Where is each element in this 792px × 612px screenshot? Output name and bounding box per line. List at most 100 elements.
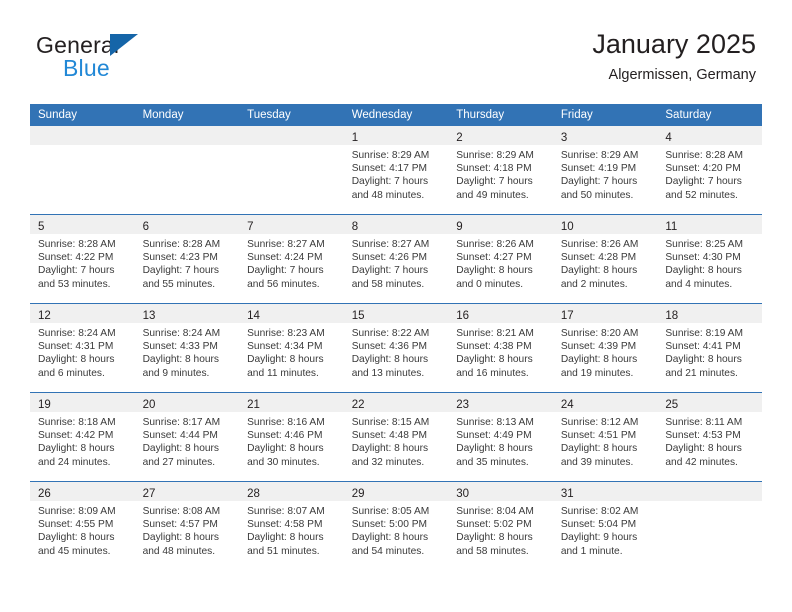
day-cell[interactable]: 9 Sunrise: 8:26 AM Sunset: 4:27 PM Daylight… [448,214,553,304]
day-details: Sunrise: 8:26 AM Sunset: 4:27 PM Daylight:… [448,234,553,291]
day-cell[interactable]: 6 Sunrise: 8:28 AM Sunset: 4:23 PM Daylight… [134,214,240,304]
day-cell[interactable]: 25 Sunrise: 8:11 AM Sunset: 4:53 PM Dayligh… [657,392,762,482]
day-number-band: 15 [343,304,449,323]
day-cell[interactable]: 10 Sunrise: 8:26 AM Sunset: 4:28 PM Dayligh… [552,214,658,304]
sunset-text: Sunset: 4:19 PM [560,163,637,175]
day-details: Sunrise: 8:25 AM Sunset: 4:30 PM Daylight:… [657,234,762,291]
sunset-text: Sunset: 4:39 PM [560,341,637,353]
daylight-text: Daylight: 8 hours [456,354,533,366]
day-cell[interactable]: 22 Sunrise: 8:15 AM Sunset: 4:48 PM Dayligh… [343,392,449,482]
daylight-text: Daylight: 8 hours [247,354,324,366]
day-cell[interactable]: 26 Sunrise: 8:09 AM Sunset: 4:55 PM Dayligh… [30,481,135,570]
daylight-text: Daylight: 8 hours [38,354,115,366]
sunrise-text: Sunrise: 8:20 AM [560,328,639,339]
day-number-band: 30 [448,482,553,501]
weekday-header-saturday: Saturday [657,104,762,126]
day-cell[interactable]: 27 Sunrise: 8:08 AM Sunset: 4:57 PM Dayligh… [134,481,240,570]
sunset-text: Sunset: 4:27 PM [456,252,532,264]
daylight-text-cont: and 39 minutes. [560,456,634,468]
calendar-page: General Blue January 2025 Algermissen, G… [0,0,792,612]
sunset-text: Sunset: 4:53 PM [665,430,741,442]
day-details: Sunrise: 8:07 AM Sunset: 4:58 PM Daylight:… [239,501,344,558]
day-number-band: 14 [239,304,344,323]
day-details: Sunrise: 8:02 AM Sunset: 5:04 PM Daylight:… [553,501,658,558]
day-number-band: 19 [30,393,135,412]
day-cell[interactable]: 15 Sunrise: 8:22 AM Sunset: 4:36 PM Dayligh… [343,303,449,393]
day-number-band: 11 [657,215,762,234]
daylight-text-cont: and 48 minutes. [351,189,425,201]
day-number-band: 22 [343,393,449,412]
day-cell[interactable]: 18 Sunrise: 8:19 AM Sunset: 4:41 PM Dayligh… [657,303,762,393]
brand-logo[interactable]: General Blue [36,32,216,84]
day-cell[interactable]: 12 Sunrise: 8:24 AM Sunset: 4:31 PM Dayligh… [30,303,135,393]
weekday-headers: Sunday Monday Tuesday Wednesday Thursday Frid… [30,104,762,126]
day-cell[interactable]: 29 Sunrise: 8:05 AM Sunset: 5:00 PM Dayligh… [343,481,449,570]
sunset-text: Sunset: 4:34 PM [247,341,323,353]
day-cell[interactable]: 20 Sunrise: 8:17 AM Sunset: 4:44 PM Dayligh… [134,392,240,482]
day-cell[interactable]: 21 Sunrise: 8:16 AM Sunset: 4:46 PM Dayligh… [239,392,344,482]
sunrise-text: Sunrise: 8:18 AM [38,417,116,428]
day-details: Sunrise: 8:28 AM Sunset: 4:20 PM Daylight:… [657,145,762,202]
day-cell[interactable]: 11 Sunrise: 8:25 AM Sunset: 4:30 PM Dayligh… [657,214,762,304]
sunset-text: Sunset: 4:58 PM [247,519,323,531]
sunset-text: Sunset: 4:57 PM [142,519,218,531]
day-number: 4 [665,132,672,144]
sunset-text: Sunset: 4:44 PM [142,430,218,442]
day-details [239,145,344,149]
day-number: 3 [560,132,568,144]
day-cell[interactable]: 30 Sunrise: 8:04 AM Sunset: 5:02 PM Dayligh… [448,481,553,570]
daylight-text-cont: and 30 minutes. [247,456,320,468]
day-number-band: 21 [239,393,344,412]
daylight-text-cont: and 9 minutes. [142,367,210,379]
day-cell[interactable]: 23 Sunrise: 8:13 AM Sunset: 4:49 PM Dayligh… [448,392,553,482]
day-cell[interactable]: 24 Sunrise: 8:12 AM Sunset: 4:51 PM Dayligh… [552,392,658,482]
daylight-text: Daylight: 7 hours [351,265,429,277]
day-cell[interactable]: 28 Sunrise: 8:07 AM Sunset: 4:58 PM Dayligh… [239,481,344,570]
day-number-band: 8 [343,215,449,234]
sunrise-text: Sunrise: 8:26 AM [560,239,639,250]
day-cell[interactable]: 8 Sunrise: 8:27 AM Sunset: 4:26 PM Daylight… [343,214,449,304]
day-cell[interactable]: 31 Sunrise: 8:02 AM Sunset: 5:04 PM Dayligh… [552,481,658,570]
day-cell[interactable]: 17 Sunrise: 8:20 AM Sunset: 4:39 PM Dayligh… [552,303,658,393]
day-number-band: 16 [448,304,553,323]
day-number: 30 [456,488,470,500]
day-cell[interactable]: 4 Sunrise: 8:28 AM Sunset: 4:20 PM Daylight… [657,126,762,215]
sunset-text: Sunset: 5:04 PM [560,519,637,531]
day-number: 11 [665,221,678,233]
sunrise-text: Sunrise: 8:23 AM [247,328,325,339]
day-number: 23 [456,399,470,411]
day-cell[interactable]: 14 Sunrise: 8:23 AM Sunset: 4:34 PM Dayligh… [239,303,344,393]
day-number: 29 [351,488,365,500]
sunrise-text: Sunrise: 8:05 AM [351,506,430,517]
sunrise-text: Sunrise: 8:16 AM [247,417,325,428]
day-cell[interactable]: 7 Sunrise: 8:27 AM Sunset: 4:24 PM Daylight… [239,214,344,304]
calendar-header-row: Sunday Monday Tuesday Wednesday Thursday Frid… [30,104,762,126]
day-number: 21 [247,399,260,411]
day-cell[interactable]: 19 Sunrise: 8:18 AM Sunset: 4:42 PM Dayligh… [30,392,135,482]
day-details: Sunrise: 8:26 AM Sunset: 4:28 PM Daylight:… [553,234,658,291]
day-cell[interactable]: 5 Sunrise: 8:28 AM Sunset: 4:22 PM Daylight… [30,214,135,304]
daylight-text-cont: and 50 minutes. [560,189,634,201]
calendar-week-row: 12 Sunrise: 8:24 AM Sunset: 4:31 PM Dayligh… [30,303,762,393]
day-cell[interactable]: 1 Sunrise: 8:29 AM Sunset: 4:17 PM Daylight… [343,126,449,215]
day-number: 24 [560,399,574,411]
day-number-band: 25 [657,393,762,412]
sunset-text: Sunset: 4:49 PM [456,430,532,442]
day-number-band: 3 [552,126,658,145]
day-cell-empty [239,126,344,215]
daylight-text: Daylight: 7 hours [142,265,220,277]
day-number-band: 24 [552,393,658,412]
daylight-text: Daylight: 8 hours [247,443,324,455]
sunrise-text: Sunrise: 8:11 AM [665,417,743,428]
weekday-header-monday: Monday [134,104,240,126]
day-number: 25 [665,399,679,411]
day-cell[interactable]: 16 Sunrise: 8:21 AM Sunset: 4:38 PM Dayligh… [448,303,553,393]
day-cell[interactable]: 2 Sunrise: 8:29 AM Sunset: 4:18 PM Daylight… [448,126,553,215]
day-number: 10 [560,221,574,233]
day-details: Sunrise: 8:27 AM Sunset: 4:26 PM Daylight:… [344,234,449,291]
day-cell[interactable]: 3 Sunrise: 8:29 AM Sunset: 4:19 PM Daylight… [552,126,658,215]
day-cell[interactable]: 13 Sunrise: 8:24 AM Sunset: 4:33 PM Dayligh… [134,303,240,393]
day-details: Sunrise: 8:15 AM Sunset: 4:48 PM Daylight:… [344,412,449,469]
day-details: Sunrise: 8:16 AM Sunset: 4:46 PM Daylight:… [239,412,344,469]
day-details [657,501,762,505]
